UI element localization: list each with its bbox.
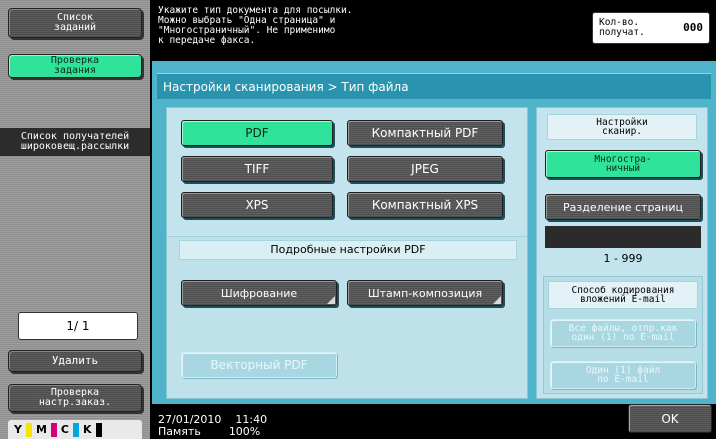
recipient-count-box: Кол-во. получат. 000 bbox=[592, 12, 710, 44]
delete-button[interactable]: Удалить bbox=[8, 350, 142, 372]
pdf-details-title: Подробные настройки PDF bbox=[179, 240, 517, 260]
broadcast-list-label[interactable]: Список получателей широковещ.рассылки bbox=[0, 128, 150, 156]
tiff-button[interactable]: TIFF bbox=[181, 156, 333, 182]
page-counter: 1/ 1 bbox=[18, 312, 138, 340]
compact-xps-button[interactable]: Компактный XPS bbox=[347, 192, 503, 218]
xps-button[interactable]: XPS bbox=[181, 192, 333, 218]
toner-m-label: M bbox=[35, 423, 47, 436]
page-split-button[interactable]: Разделение страниц bbox=[545, 194, 701, 220]
toner-c-bar bbox=[73, 422, 79, 437]
encryption-label: Шифрование bbox=[220, 286, 298, 300]
page-split-value-field[interactable] bbox=[545, 226, 701, 248]
scan-settings-panel: Настройки сканир. Многостра- ничный Разд… bbox=[536, 107, 708, 399]
multipage-button[interactable]: Многостра- ничный bbox=[545, 150, 701, 178]
toner-k-bar bbox=[95, 422, 102, 437]
toner-c-label: C bbox=[60, 423, 69, 436]
compact-pdf-button[interactable]: Компактный PDF bbox=[347, 120, 503, 146]
toner-m-bar bbox=[50, 422, 57, 437]
recipient-count-label: Кол-во. получат. bbox=[599, 17, 645, 38]
toner-y-label: Y bbox=[14, 423, 22, 436]
stamp-composition-label: Штамп-композиция bbox=[367, 286, 483, 300]
main-panel: Настройки сканирования > Тип файла PDF К… bbox=[152, 61, 716, 404]
recipient-count-value: 000 bbox=[683, 21, 703, 34]
memory-label: Память bbox=[158, 425, 201, 438]
page-range-label: 1 - 999 bbox=[603, 252, 643, 265]
left-panel: Список заданий Проверка задания Список п… bbox=[0, 0, 150, 439]
job-check-button[interactable]: Проверка задания bbox=[8, 54, 142, 78]
pdf-button[interactable]: PDF bbox=[181, 120, 333, 146]
job-list-button[interactable]: Список заданий bbox=[8, 8, 142, 38]
memory-value: 100% bbox=[228, 425, 261, 438]
stamp-composition-button[interactable]: Штамп-композиция bbox=[347, 280, 503, 306]
email-encoding-title: Способ кодирования вложений E-mail bbox=[548, 281, 698, 309]
submenu-corner-icon bbox=[327, 296, 335, 304]
toner-indicator: Y M C K bbox=[8, 420, 142, 439]
jpeg-button[interactable]: JPEG bbox=[347, 156, 503, 182]
settings-check-button[interactable]: Проверка настр.заказ. bbox=[8, 384, 142, 412]
all-files-one-email-button[interactable]: Все файлы, отпр.как один (1) по E-mail bbox=[550, 319, 696, 347]
encryption-button[interactable]: Шифрование bbox=[181, 280, 337, 306]
toner-k-label: K bbox=[83, 423, 92, 436]
scan-settings-title: Настройки сканир. bbox=[547, 114, 697, 140]
one-file-per-email-button[interactable]: Один (1) файл по E-mail bbox=[550, 361, 696, 389]
date-time-memory: 27/01/2010 11:40 Память 100% bbox=[158, 414, 267, 438]
email-encoding-box: Способ кодирования вложений E-mail Все ф… bbox=[543, 276, 703, 394]
toner-y-bar bbox=[25, 422, 32, 437]
instruction-message: Укажите тип документа для посылки. Можно… bbox=[158, 5, 353, 46]
ok-button[interactable]: OK bbox=[628, 404, 712, 433]
vector-pdf-button[interactable]: Векторный PDF bbox=[181, 352, 337, 378]
file-type-panel: PDF Компактный PDF TIFF JPEG XPS Компакт… bbox=[166, 107, 528, 399]
submenu-corner-icon bbox=[493, 296, 501, 304]
breadcrumb: Настройки сканирования > Тип файла bbox=[157, 73, 711, 99]
